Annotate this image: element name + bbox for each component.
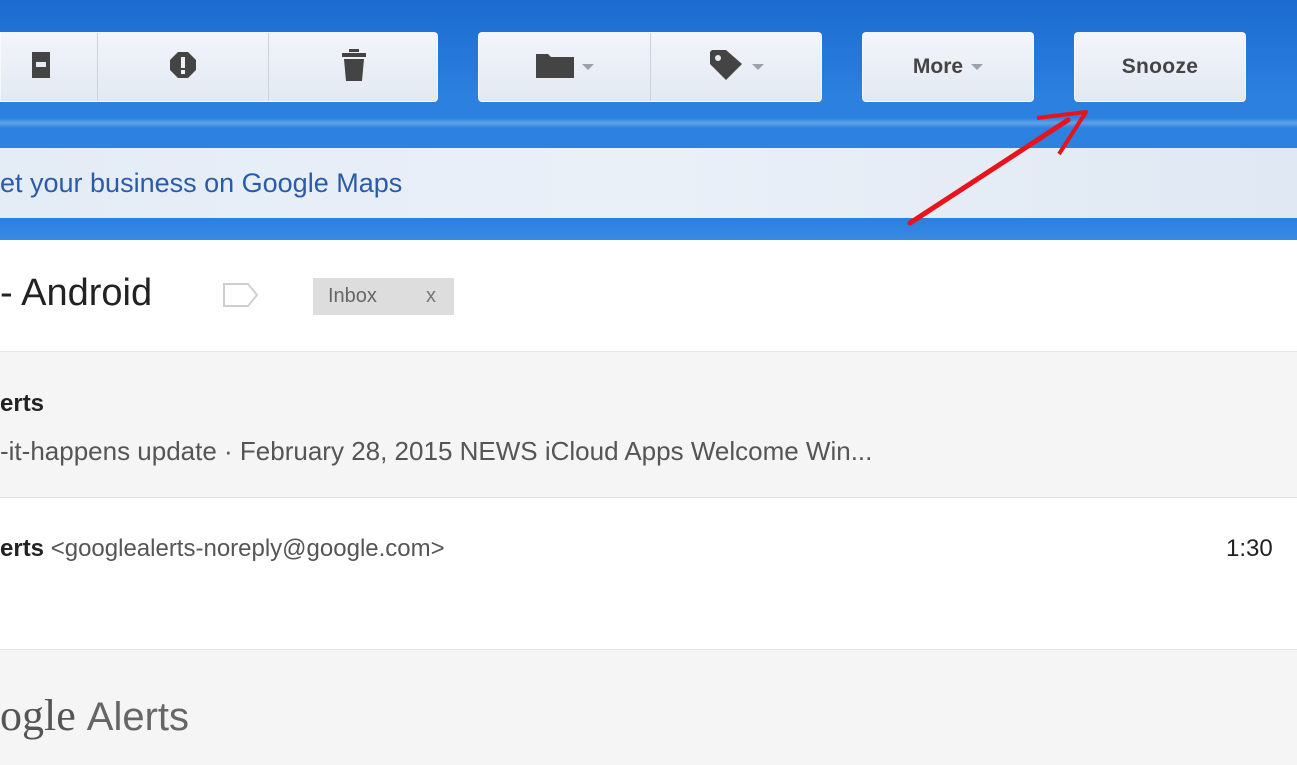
label-outline-icon[interactable] — [222, 282, 260, 313]
message-snippet: -it-happens update · February 28, 2015 N… — [0, 436, 873, 466]
header-bottom-band — [0, 218, 1297, 240]
more-button-label: More — [912, 55, 964, 78]
header-sheen — [0, 118, 1297, 128]
toolbar-header: More Snooze et your business on Google M… — [0, 0, 1297, 240]
promo-banner: et your business on Google Maps — [0, 148, 1297, 218]
thread-subject: - Android — [0, 272, 153, 314]
folder-icon — [535, 52, 574, 83]
move-to-button[interactable] — [479, 33, 650, 101]
logo-part-alerts: Alerts — [86, 695, 190, 739]
report-spam-icon — [169, 51, 197, 84]
message-expanded-header: erts <googlealerts-noreply@google.com> 1… — [0, 498, 1297, 650]
sender-name: erts — [0, 535, 45, 562]
inbox-label-chip: Inbox x — [313, 278, 454, 315]
message-from: erts <googlealerts-noreply@google.com> — [0, 535, 445, 563]
message-collapsed[interactable]: erts -it-happens update · February 28, 2… — [0, 352, 1297, 498]
organize-button-group — [478, 32, 822, 102]
more-button[interactable]: More — [862, 32, 1034, 102]
sender-email: <googlealerts-noreply@google.com> — [50, 535, 445, 562]
chevron-down-icon — [752, 64, 764, 70]
trash-icon — [341, 48, 367, 86]
action-button-group — [0, 32, 438, 102]
report-spam-button[interactable] — [98, 33, 268, 101]
remove-label-button[interactable]: x — [426, 285, 436, 308]
labels-button[interactable] — [651, 33, 823, 101]
archive-icon — [32, 51, 66, 83]
delete-button[interactable] — [269, 33, 439, 101]
message-time: 1:30 — [1226, 535, 1273, 562]
thread-subject-row: - Android — [0, 240, 1297, 352]
message-sender: erts — [0, 390, 45, 417]
logo-part-google: ogle — [0, 691, 76, 740]
snooze-button[interactable]: Snooze — [1074, 32, 1246, 102]
label-chip-text: Inbox — [328, 285, 377, 307]
chevron-down-icon — [581, 64, 594, 70]
google-alerts-logo: ogle Alerts — [0, 690, 189, 741]
archive-button[interactable] — [1, 33, 97, 101]
message-body: ogle Alerts — [0, 650, 1297, 765]
promo-link[interactable]: et your business on Google Maps — [0, 168, 402, 199]
label-tag-icon — [710, 49, 744, 85]
snooze-button-label: Snooze — [1121, 55, 1199, 78]
chevron-down-icon — [971, 64, 984, 70]
